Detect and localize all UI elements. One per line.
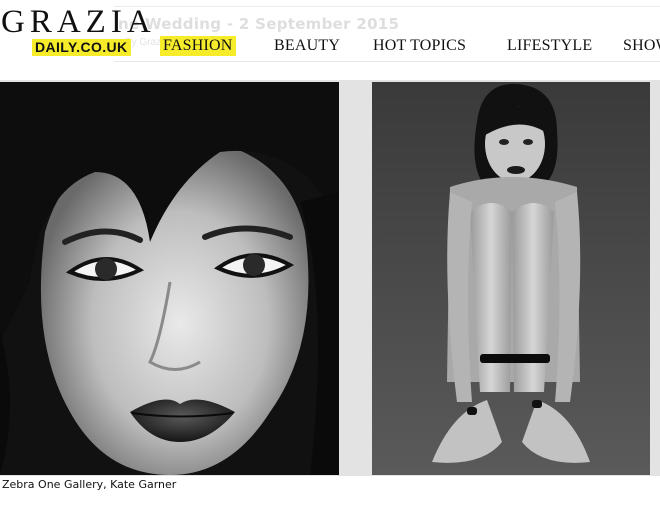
logo-wordmark: GRAZIA	[1, 4, 156, 40]
nav-item-show[interactable]: SHOW	[623, 36, 660, 56]
nav-item-lifestyle[interactable]: LIFESTYLE	[507, 36, 592, 56]
main-nav: FASHION BEAUTY HOT TOPICS LIFESTYLE SHOW	[160, 36, 660, 60]
site-header: ne Wedding - 2 September 2015 By Grazia …	[0, 0, 660, 78]
logo-site-badge: DAILY.CO.UK	[32, 39, 131, 56]
header-rule-top	[114, 6, 660, 7]
gallery	[0, 80, 660, 476]
nav-item-fashion[interactable]: FASHION	[160, 36, 236, 56]
faded-article-title: ne Wedding - 2 September 2015	[118, 15, 400, 33]
nav-item-hot-topics[interactable]: HOT TOPICS	[373, 36, 466, 56]
header-divider	[114, 61, 660, 62]
seated-photo-illustration	[372, 82, 650, 475]
gallery-image-seated[interactable]	[372, 82, 650, 475]
nav-item-beauty[interactable]: BEAUTY	[274, 36, 340, 56]
image-caption: Zebra One Gallery, Kate Garner	[2, 478, 177, 491]
portrait-photo-illustration	[0, 82, 339, 475]
gallery-image-portrait[interactable]	[0, 82, 339, 475]
grazia-logo[interactable]: GRAZIA DAILY.CO.UK	[1, 4, 151, 64]
